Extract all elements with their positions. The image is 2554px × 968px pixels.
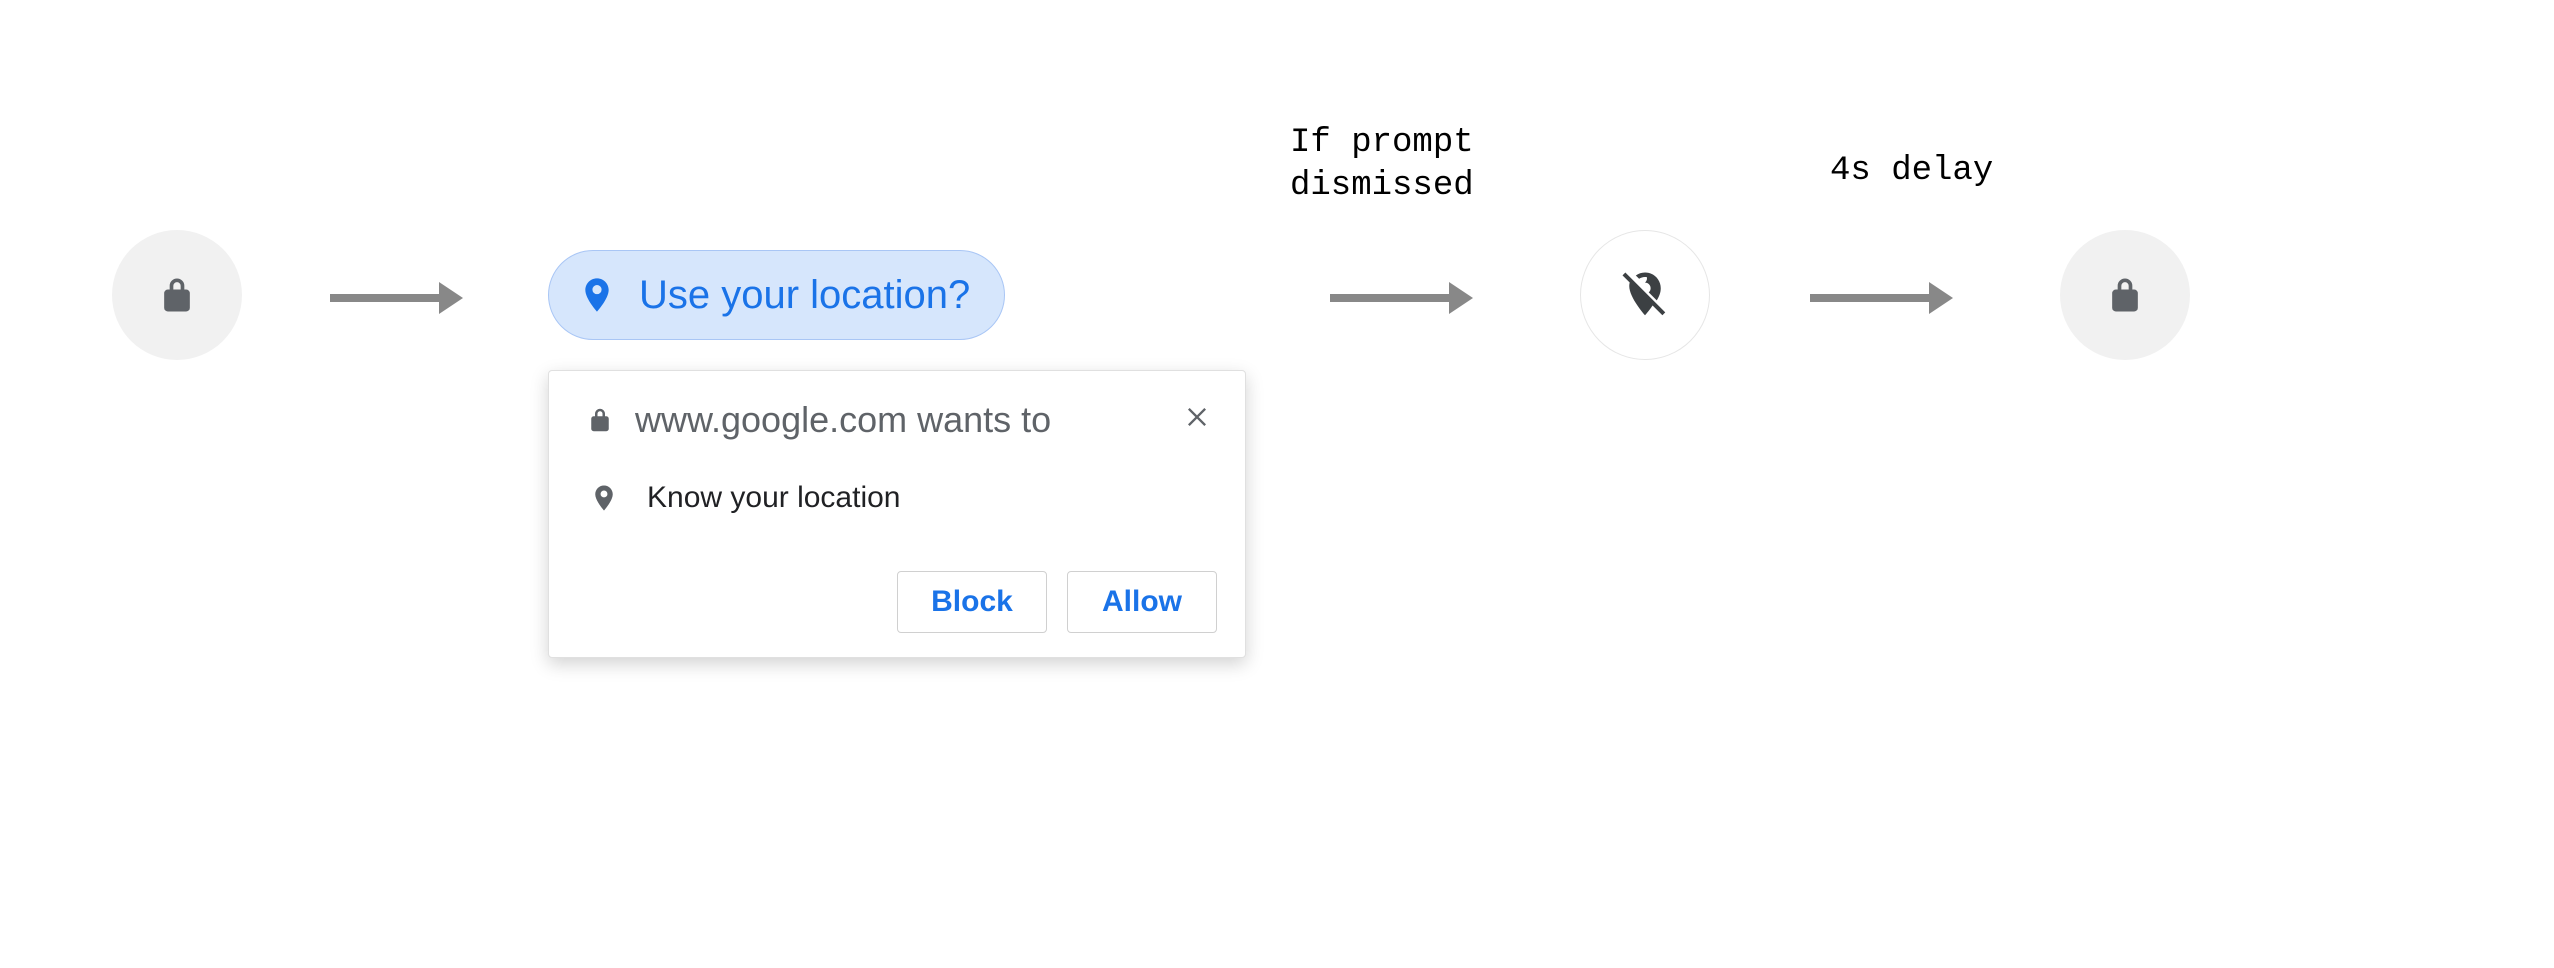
lock-icon: [2103, 273, 2147, 317]
location-chip-label: Use your location?: [639, 273, 970, 318]
popup-permission-label: Know your location: [647, 481, 900, 515]
arrow-2: [1330, 282, 1473, 314]
block-button[interactable]: Block: [897, 571, 1047, 633]
state-final-lock: [2060, 230, 2190, 360]
arrow-3: [1810, 282, 1953, 314]
popup-site-text: www.google.com wants to: [635, 399, 1051, 441]
note-dismissed: If prompt dismissed: [1290, 122, 1474, 207]
diagram-stage: Use your location? www.google.com wants …: [0, 0, 2554, 968]
popup-header: www.google.com wants to: [585, 399, 1217, 441]
state-initial-lock: [112, 230, 242, 360]
location-pin-icon: [589, 483, 619, 513]
state-location-off: [1580, 230, 1710, 360]
popup-buttons: Block Allow: [585, 571, 1217, 633]
permission-popup: www.google.com wants to Know your locati…: [548, 370, 1246, 658]
lock-icon: [155, 273, 199, 317]
location-chip[interactable]: Use your location?: [548, 250, 1005, 340]
note-delay: 4s delay: [1830, 150, 1993, 193]
arrow-1: [330, 282, 463, 314]
close-icon[interactable]: [1177, 397, 1217, 437]
popup-permission-row: Know your location: [589, 481, 1217, 515]
allow-button[interactable]: Allow: [1067, 571, 1217, 633]
location-pin-icon: [577, 275, 617, 315]
lock-icon: [585, 405, 615, 435]
location-off-icon: [1618, 268, 1672, 322]
